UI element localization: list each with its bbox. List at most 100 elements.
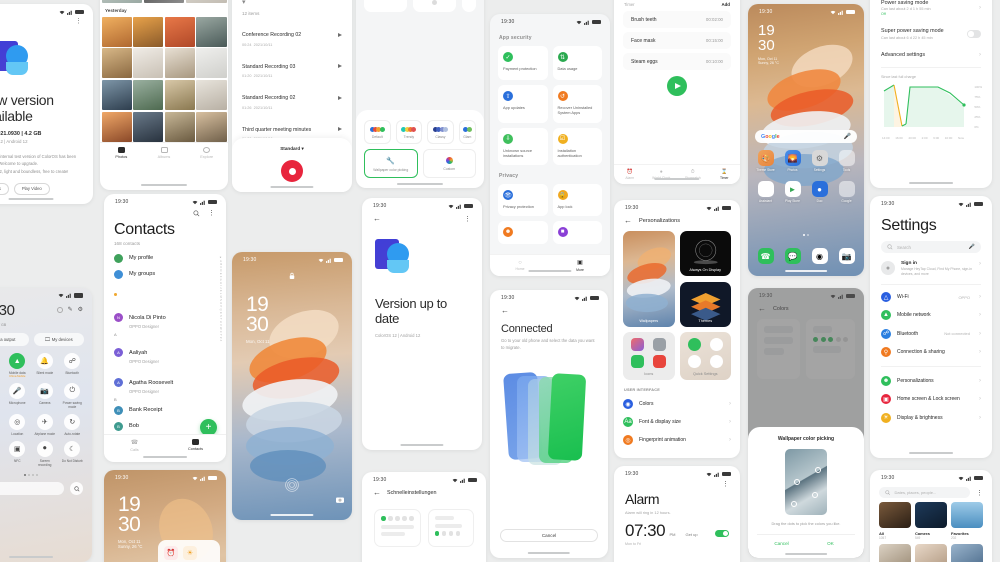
photo-thumb[interactable]: [133, 79, 164, 111]
toggle-location[interactable]: ◎ Location: [6, 414, 30, 436]
torch-icon[interactable]: ☀: [183, 546, 197, 560]
alphabet-index[interactable]: ★ABCDEFGHIJKLMNOPQRSTUVWXYZ#: [219, 256, 222, 343]
row-display-brightness[interactable]: ☀ Display & brightness ›: [870, 409, 992, 427]
tile-app-lock[interactable]: 🔒 App lock: [552, 184, 602, 217]
ok-button[interactable]: OK: [806, 541, 855, 546]
search-input[interactable]: Dates, places, people...: [879, 487, 970, 498]
list-item[interactable]: Conference Recording 02 00:24 2021/10/11: [232, 19, 352, 51]
search-icon[interactable]: [70, 482, 83, 496]
wallpaper-color-picking-option[interactable]: 🔧 Wallpaper color picking: [364, 149, 418, 178]
tile-wallpapers[interactable]: Wallpapers: [623, 231, 675, 327]
more-vertical-icon[interactable]: ⋮: [464, 215, 471, 223]
tab-stopwatch[interactable]: ⏱Stopwatch: [677, 165, 709, 184]
photo-thumb[interactable]: [143, 0, 185, 3]
list-item[interactable]: Brush teeth 00:02:00: [623, 11, 731, 28]
chrome-icon[interactable]: ◉: [811, 248, 828, 264]
search-input[interactable]: Search 🎤: [881, 241, 981, 253]
app-photos[interactable]: 🌄 Photos: [781, 150, 804, 172]
start-timer-button[interactable]: [667, 76, 687, 96]
row-sign-in[interactable]: ● Sign in Manage HeyTap Cloud, Find My P…: [870, 253, 992, 281]
toggle-airplane[interactable]: ✈ Airplane mode: [33, 414, 57, 436]
toggle-auto-rotate[interactable]: ↻ Auto-rotate: [61, 414, 85, 436]
messages-icon[interactable]: 💬: [784, 248, 801, 264]
album-item[interactable]: Camera 549: [915, 502, 947, 540]
custom-color-option[interactable]: Custom: [422, 149, 476, 178]
microphone-icon[interactable]: 🎤: [969, 244, 975, 250]
photo-thumb[interactable]: [164, 16, 195, 47]
album-item[interactable]: [951, 544, 983, 562]
toggle-microphone[interactable]: 🎤 Microphone: [6, 383, 30, 409]
photo-thumb[interactable]: [185, 0, 227, 3]
list-item[interactable]: Standard Recording 02 01:26 2021/10/11: [232, 82, 352, 114]
back-arrow-icon[interactable]: ←: [624, 217, 632, 225]
tab-photos[interactable]: Photos: [100, 146, 143, 159]
album-item[interactable]: All 1057: [879, 502, 911, 540]
album-item[interactable]: [879, 544, 911, 562]
photo-thumb[interactable]: [164, 48, 195, 79]
toggle-mobile-data[interactable]: ▲ Mobile data China Mobile: [6, 353, 30, 378]
list-item[interactable]: A Agatha Roosevelt OPPO Designer: [104, 367, 226, 397]
list-item-fingerprint[interactable]: ◎ Fingerprint animation ›: [623, 431, 731, 449]
phone-icon[interactable]: ☎: [757, 248, 774, 264]
toggle-power-saving[interactable]: ■Power saving mode: [0, 383, 2, 409]
photo-thumb[interactable]: [101, 16, 132, 47]
photo-thumb[interactable]: [101, 79, 132, 111]
tile-private-safe[interactable]: ■: [552, 221, 602, 245]
photo-thumb[interactable]: [101, 0, 143, 3]
tile-payment-protection[interactable]: ✓ Payment protection: [498, 46, 548, 80]
app-play-store[interactable]: ► Play Store: [781, 181, 804, 203]
photo-thumb[interactable]: [196, 48, 227, 79]
photo-thumb[interactable]: [196, 111, 227, 142]
play-icon[interactable]: [338, 64, 342, 69]
preview-card[interactable]: [462, 0, 476, 12]
back-arrow-icon[interactable]: ←: [373, 215, 381, 223]
row-wifi[interactable]: △ Wi-Fi OPPO ›: [870, 288, 992, 306]
toggle-silent-mode[interactable]: 🔔 Silent mode: [33, 353, 57, 378]
tile-privacy-protection[interactable]: 👁 Privacy protection: [498, 184, 548, 217]
play-icon[interactable]: [338, 95, 342, 100]
settings-icon[interactable]: ⚙: [78, 306, 83, 313]
tab-world-clock[interactable]: ●World Clock: [646, 165, 678, 184]
list-item[interactable]: Steam eggs 00:10:00: [623, 53, 731, 70]
play-icon[interactable]: [338, 32, 342, 37]
tile-data-usage[interactable]: ⇅ Data usage: [552, 46, 602, 80]
toggle-hotspot[interactable]: ●Personal hotspot: [0, 441, 2, 467]
toggle-flashlight[interactable]: 💡Flashlight: [0, 414, 2, 436]
tile-app-updates[interactable]: ⇧ App updates: [498, 85, 548, 123]
app-tools-folder[interactable]: Tools: [835, 150, 858, 172]
toggle-dnd[interactable]: ☾ Do Not Disturb: [61, 441, 85, 467]
cancel-button[interactable]: Cancel: [757, 541, 806, 546]
row-connection-sharing[interactable]: ⚲ Connection & sharing ›: [870, 343, 992, 361]
camera-icon[interactable]: [336, 490, 344, 508]
app-duo[interactable]: ● Duo: [808, 181, 831, 203]
palette-trendy[interactable]: Trendy: [395, 120, 423, 144]
list-item[interactable]: B Bank Receipt: [104, 402, 226, 418]
toggle-camera[interactable]: 📷 Camera: [33, 383, 57, 409]
list-item[interactable]: N Nicola Di Pinto OPPO Designer: [104, 302, 226, 332]
color-dot-handle[interactable]: [812, 492, 818, 498]
fingerprint-icon[interactable]: [284, 477, 300, 498]
app-settings[interactable]: ⚙ Settings: [808, 150, 831, 172]
row-bluetooth[interactable]: ☍ Bluetooth Not connected ›: [870, 325, 992, 343]
list-item-colors[interactable]: ◉ Colors ›: [623, 395, 731, 413]
play-icon[interactable]: [338, 127, 342, 132]
row-super-power-saving[interactable]: Super power saving mode Can last about 6…: [870, 22, 992, 46]
cancel-button[interactable]: Cancel: [500, 529, 598, 542]
row-home-lock-screen[interactable]: ▣ Home screen & Lock screen ›: [870, 390, 992, 408]
google-search-bar[interactable]: Google 🎤: [755, 130, 857, 143]
tab-more[interactable]: ▣ More: [550, 255, 610, 276]
toggle-screen-recording[interactable]: ⏺ Screen recording: [33, 441, 57, 467]
color-dot-handle[interactable]: [791, 501, 797, 507]
qs-preview-b[interactable]: [427, 509, 474, 547]
app-google-folder[interactable]: Google: [835, 181, 858, 203]
list-item[interactable]: My groups: [104, 266, 226, 282]
list-item-font[interactable]: Aa Font & display size ›: [623, 413, 731, 431]
row-power-saving-mode[interactable]: Power saving mode Can last about 2 d 1 h…: [870, 0, 992, 22]
album-item[interactable]: [915, 544, 947, 562]
media-output-button[interactable]: Media output: [0, 333, 29, 346]
photo-thumb[interactable]: [133, 16, 164, 47]
photo-thumb[interactable]: [133, 48, 164, 79]
search-icon[interactable]: [193, 209, 200, 217]
toggle-nfc[interactable]: ▣ NFC: [6, 441, 30, 467]
photo-thumb[interactable]: [196, 79, 227, 111]
